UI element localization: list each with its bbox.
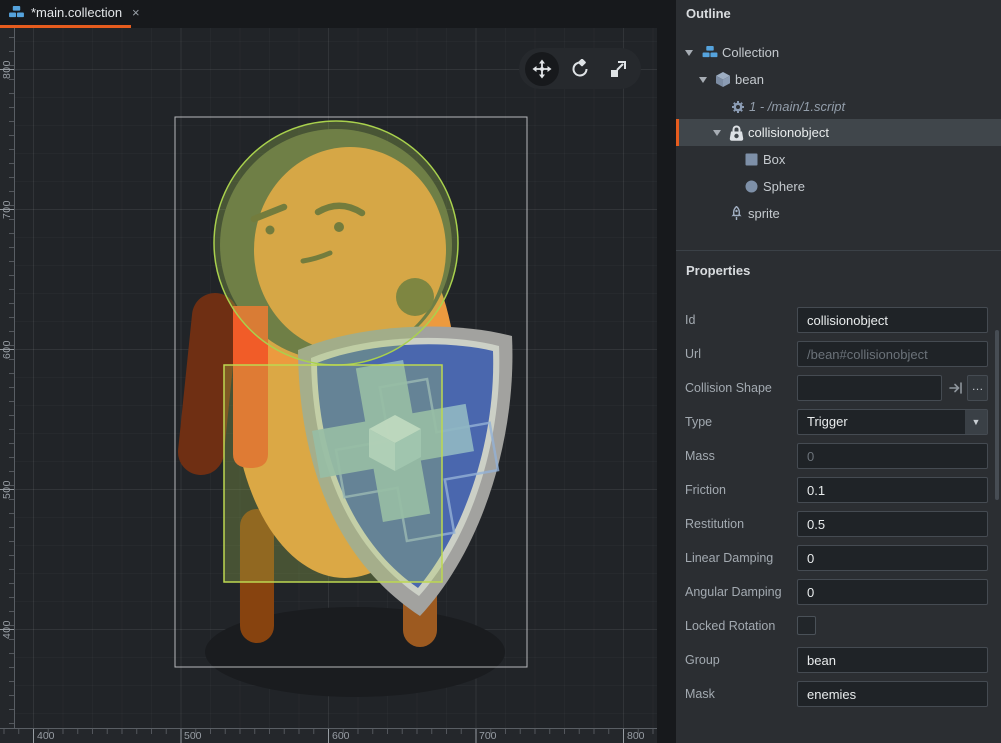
inspector-panel: Outline Collection bean 1 - /main/1.scri… [676, 0, 1001, 743]
type-dropdown-value: Trigger [807, 414, 848, 429]
sphere-shape-icon [745, 180, 758, 193]
outline-item-label: collisionobject [748, 125, 829, 140]
ruler-label: 500 [184, 730, 202, 742]
ruler-label: 700 [1, 200, 13, 220]
properties-header: Properties [686, 263, 751, 278]
vertical-ruler: 800 700 600 500 400 [0, 28, 15, 728]
outline-item-label: bean [735, 72, 764, 87]
property-label: Restitution [685, 517, 745, 531]
expand-arrow-icon[interactable] [713, 129, 721, 136]
defold-editor-window: *main.collection × 800 700 600 500 400 4… [0, 0, 1001, 743]
outline-item-box[interactable]: Box [676, 146, 1001, 173]
property-label: Url [685, 347, 701, 361]
linear-damping-field[interactable] [797, 545, 988, 571]
scale-icon [611, 60, 626, 77]
property-label: Mass [685, 449, 715, 463]
box-shape-icon [745, 153, 758, 166]
id-field[interactable] [797, 307, 988, 333]
panel-divider [657, 0, 676, 743]
outline-item-label: 1 - /main/1.script [749, 99, 846, 114]
tab-main-collection[interactable]: *main.collection × [0, 0, 150, 25]
tab-title: *main.collection [31, 5, 123, 20]
rotate-tool-button[interactable] [563, 52, 597, 86]
mask-field[interactable] [797, 681, 988, 707]
scene-toolbar [519, 48, 641, 89]
url-field[interactable] [797, 341, 988, 367]
chevron-down-icon[interactable]: ▼ [965, 410, 987, 434]
property-label: Linear Damping [685, 551, 774, 565]
angular-damping-field[interactable] [797, 579, 988, 605]
expand-arrow-icon[interactable] [699, 76, 707, 83]
panel-scrollbar[interactable] [995, 330, 999, 500]
expand-arrow-icon[interactable] [685, 49, 693, 56]
move-icon [532, 59, 552, 78]
selection-indicator [676, 119, 679, 146]
horizontal-ruler: 400 500 600 700 800 [0, 728, 657, 743]
move-tool-button[interactable] [525, 51, 559, 86]
bean-arm [178, 293, 238, 475]
restitution-field[interactable] [797, 511, 988, 537]
type-dropdown[interactable]: Trigger ▼ [797, 409, 988, 435]
ruler-label: 800 [627, 730, 645, 742]
property-label: Locked Rotation [685, 619, 776, 633]
rotate-icon [572, 58, 588, 77]
outline-item-collisionobject[interactable]: collisionobject [676, 119, 1001, 146]
ruler-label: 400 [37, 730, 55, 742]
ruler-label: 800 [1, 60, 13, 80]
browse-resource-button[interactable]: … [967, 375, 988, 401]
property-label: Angular Damping [685, 585, 782, 599]
outline-item-script[interactable]: 1 - /main/1.script [676, 93, 1001, 120]
ruler-label: 500 [1, 480, 13, 500]
property-label: Id [685, 313, 696, 327]
outline-item-sphere[interactable]: Sphere [676, 173, 1001, 200]
ruler-label: 600 [1, 340, 13, 360]
game-object-icon [716, 72, 730, 87]
script-icon [731, 100, 745, 114]
panel-separator [676, 250, 1001, 251]
scale-tool-button[interactable] [601, 52, 635, 86]
box-collision-shape[interactable] [223, 364, 443, 583]
outline-item-sprite[interactable]: sprite [676, 200, 1001, 227]
property-label: Type [685, 415, 713, 429]
outline-item-collection[interactable]: Collection [676, 39, 1001, 66]
outline-header: Outline [686, 6, 731, 21]
friction-field[interactable] [797, 477, 988, 503]
collection-icon [702, 46, 718, 59]
sphere-collision-shape[interactable] [213, 120, 459, 366]
property-label: Friction [685, 483, 726, 497]
ruler-label: 600 [332, 730, 350, 742]
mass-field[interactable] [797, 443, 988, 469]
scene-viewport[interactable] [15, 28, 657, 728]
sprite-icon [730, 206, 743, 221]
tab-close-icon[interactable]: × [132, 5, 140, 20]
collision-shape-field[interactable] [797, 375, 942, 401]
tab-bar: *main.collection × [0, 0, 676, 28]
ruler-label: 700 [479, 730, 497, 742]
group-field[interactable] [797, 647, 988, 673]
outline-item-label: Sphere [763, 179, 805, 194]
open-resource-icon[interactable] [945, 375, 967, 401]
locked-rotation-checkbox[interactable] [797, 616, 816, 635]
property-label: Group [685, 653, 720, 667]
collision-object-icon [729, 125, 744, 141]
collection-icon [9, 6, 24, 18]
outline-item-bean[interactable]: bean [676, 66, 1001, 93]
outline-item-label: Collection [722, 45, 780, 60]
scene-canvas[interactable] [15, 28, 657, 728]
ruler-label: 400 [1, 620, 13, 640]
property-label: Mask [685, 687, 715, 701]
property-label: Collision Shape [685, 381, 772, 395]
outline-item-label: sprite [748, 206, 780, 221]
outline-item-label: Box [763, 152, 786, 167]
